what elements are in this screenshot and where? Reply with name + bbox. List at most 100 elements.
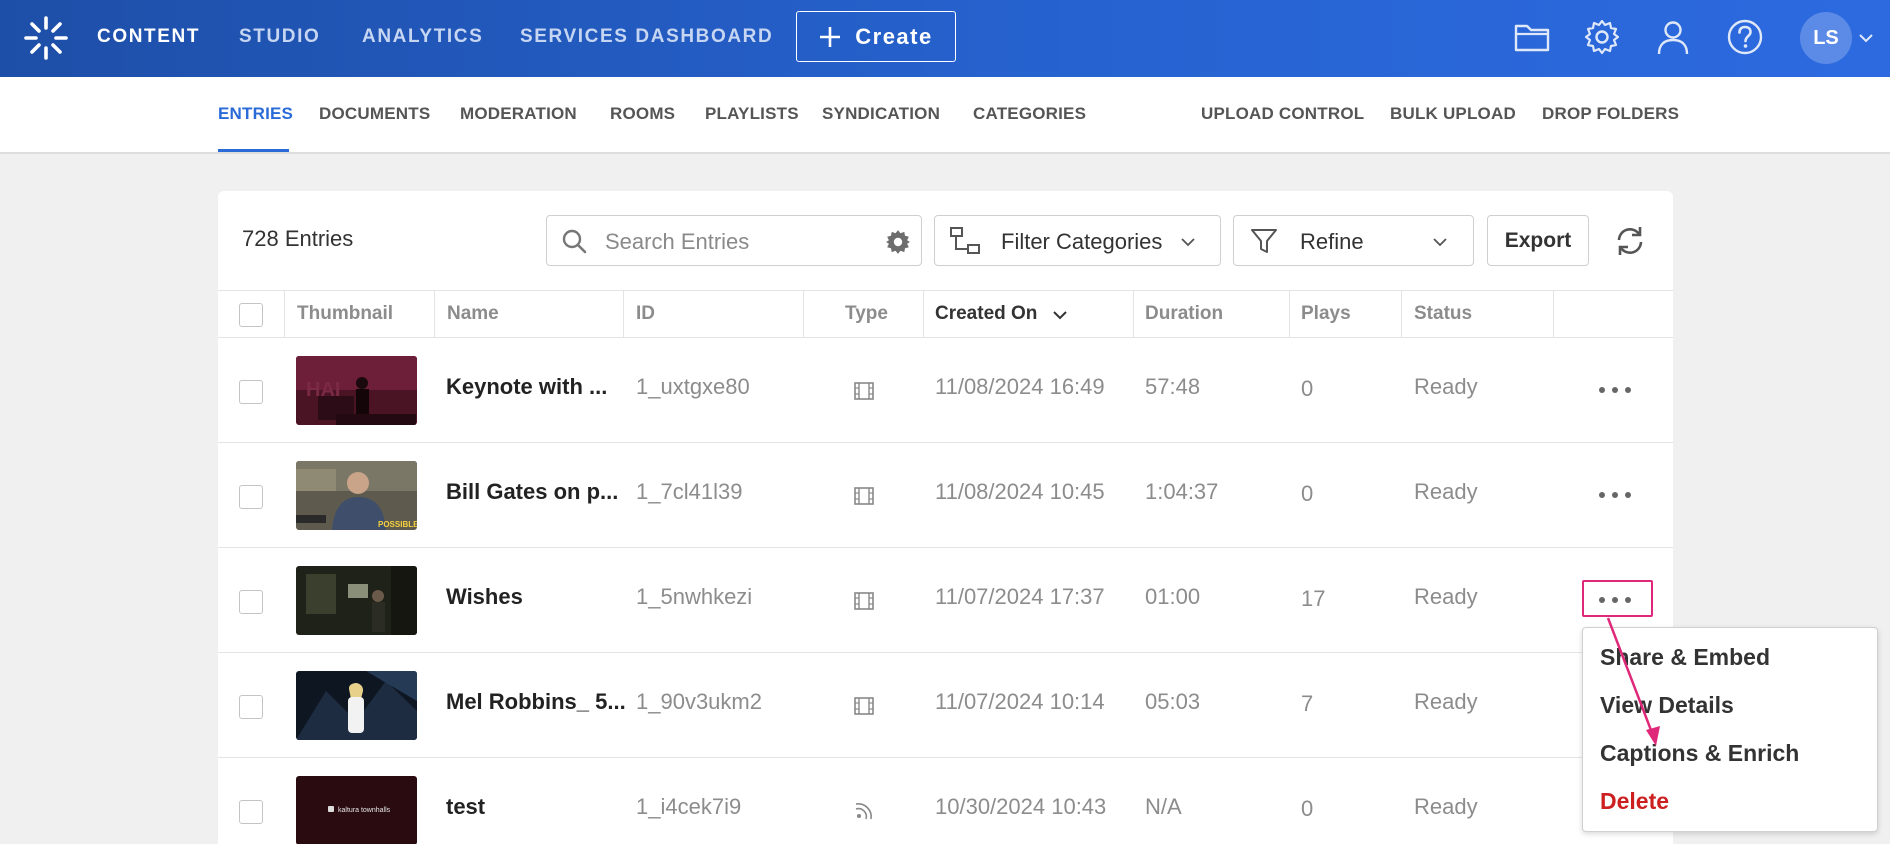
category-tree-icon — [950, 227, 980, 254]
filter-categories-dropdown[interactable]: Filter Categories — [934, 215, 1221, 266]
thumbnail-caption: POSSIBLE — [378, 520, 417, 529]
tab-drop-folders[interactable]: DROP FOLDERS — [1542, 77, 1679, 152]
video-type-icon — [854, 697, 874, 715]
column-duration[interactable]: Duration — [1145, 291, 1223, 337]
column-name[interactable]: Name — [447, 291, 499, 337]
more-actions-icon[interactable] — [1597, 384, 1633, 396]
video-type-icon — [854, 592, 874, 610]
search-input[interactable]: Search Entries — [546, 215, 922, 266]
chevron-down-icon[interactable] — [1858, 30, 1874, 46]
entry-status: Ready — [1414, 689, 1478, 714]
entry-id: 1_90v3ukm2 — [636, 689, 762, 714]
folder-icon[interactable] — [1512, 17, 1552, 57]
entry-duration: 57:48 — [1145, 374, 1201, 399]
column-divider — [623, 291, 624, 337]
nav-services-dashboard[interactable]: SERVICES DASHBOARD — [520, 0, 773, 77]
column-type[interactable]: Type — [845, 291, 888, 337]
tab-rooms[interactable]: ROOMS — [610, 77, 675, 152]
table-row[interactable]: Mel Robbins_ 5... 1_90v3ukm2 11/07/2024 … — [218, 653, 1673, 758]
refine-label: Refine — [1300, 229, 1364, 254]
column-divider — [923, 291, 924, 337]
search-settings-gear-icon[interactable] — [884, 228, 912, 256]
row-checkbox[interactable] — [239, 590, 263, 614]
entry-duration: N/A — [1145, 794, 1182, 819]
active-tab-indicator — [218, 149, 289, 152]
entry-name[interactable]: Bill Gates on p... — [446, 479, 618, 505]
entry-status: Ready — [1414, 794, 1478, 819]
sort-desc-icon[interactable] — [1052, 308, 1068, 322]
select-all-checkbox[interactable] — [239, 303, 263, 327]
entry-name[interactable]: Keynote with ... — [446, 374, 607, 400]
live-type-icon — [855, 803, 872, 820]
more-actions-icon[interactable] — [1597, 489, 1633, 501]
row-checkbox[interactable] — [239, 800, 263, 824]
plus-icon — [820, 26, 841, 47]
refresh-icon[interactable] — [1612, 223, 1648, 259]
table-row[interactable]: HAI Keynote with ... 1_uxtgxe80 11/08/20… — [218, 338, 1673, 443]
table-row[interactable]: POSSIBLE Bill Gates on p... 1_7cl41l39 1… — [218, 443, 1673, 548]
entry-plays: 0 — [1301, 481, 1314, 506]
tab-moderation[interactable]: MODERATION — [460, 77, 577, 152]
tab-bulk-upload[interactable]: BULK UPLOAD — [1390, 77, 1516, 152]
column-divider — [1133, 291, 1134, 337]
entries-count: 728 Entries — [242, 226, 354, 251]
sub-navigation: ENTRIES DOCUMENTS MODERATION ROOMS PLAYL… — [0, 77, 1890, 154]
create-label: Create — [855, 23, 933, 49]
column-divider — [1289, 291, 1290, 337]
table-row[interactable]: Wishes 1_5nwhkezi 11/07/2024 17:37 01:00… — [218, 548, 1673, 653]
video-type-icon — [854, 382, 874, 400]
nav-studio[interactable]: STUDIO — [239, 0, 320, 77]
entry-id: 1_uxtgxe80 — [636, 374, 750, 399]
kaltura-logo-icon[interactable] — [22, 14, 70, 62]
table-row[interactable]: kaltura townhalls test 1_i4cek7i9 10/30/… — [218, 758, 1673, 844]
nav-content[interactable]: CONTENT — [97, 0, 200, 77]
entry-created-on: 11/08/2024 16:49 — [935, 374, 1105, 399]
column-created-on[interactable]: Created On — [935, 291, 1037, 337]
search-placeholder: Search Entries — [605, 229, 750, 254]
entry-name[interactable]: test — [446, 794, 485, 820]
create-button[interactable]: Create — [796, 11, 956, 62]
tab-documents[interactable]: DOCUMENTS — [319, 77, 430, 152]
entry-name[interactable]: Mel Robbins_ 5... — [446, 689, 626, 715]
entry-duration: 01:00 — [1145, 584, 1201, 609]
row-checkbox[interactable] — [239, 695, 263, 719]
entry-thumbnail[interactable] — [296, 566, 417, 635]
tab-upload-control[interactable]: UPLOAD CONTROL — [1201, 77, 1364, 152]
entry-thumbnail[interactable]: kaltura townhalls — [296, 776, 417, 844]
entry-created-on: 11/07/2024 10:14 — [935, 689, 1105, 714]
avatar[interactable]: LS — [1800, 12, 1852, 64]
refine-dropdown[interactable]: Refine — [1233, 215, 1474, 266]
column-divider — [803, 291, 804, 337]
filter-funnel-icon — [1251, 229, 1277, 253]
tab-categories[interactable]: CATEGORIES — [973, 77, 1086, 152]
entry-name[interactable]: Wishes — [446, 584, 523, 610]
column-status[interactable]: Status — [1414, 291, 1472, 337]
tab-syndication[interactable]: SYNDICATION — [822, 77, 940, 152]
export-button[interactable]: Export — [1487, 215, 1589, 266]
entry-duration: 05:03 — [1145, 689, 1201, 714]
gear-icon[interactable] — [1582, 17, 1622, 57]
user-icon[interactable] — [1653, 17, 1693, 57]
entry-thumbnail[interactable] — [296, 671, 417, 740]
entry-thumbnail[interactable]: HAI — [296, 356, 417, 425]
entry-created-on: 11/07/2024 17:37 — [935, 584, 1105, 609]
row-checkbox[interactable] — [239, 380, 263, 404]
column-plays[interactable]: Plays — [1301, 291, 1351, 337]
entry-plays: 17 — [1301, 586, 1326, 611]
column-id[interactable]: ID — [636, 291, 655, 337]
top-header: CONTENT STUDIO ANALYTICS SERVICES DASHBO… — [0, 0, 1890, 77]
entry-created-on: 10/30/2024 10:43 — [935, 794, 1107, 819]
chevron-down-icon — [1181, 238, 1195, 247]
chevron-down-icon — [1433, 238, 1447, 247]
column-divider — [1553, 291, 1554, 337]
help-icon[interactable] — [1725, 17, 1765, 57]
tab-entries[interactable]: ENTRIES — [218, 77, 293, 152]
entry-status: Ready — [1414, 479, 1478, 504]
menu-item-delete[interactable]: Delete — [1600, 788, 1669, 815]
entry-status: Ready — [1414, 584, 1478, 609]
entry-id: 1_7cl41l39 — [636, 479, 743, 504]
entry-thumbnail[interactable]: POSSIBLE — [296, 461, 417, 530]
nav-analytics[interactable]: ANALYTICS — [362, 0, 483, 77]
row-checkbox[interactable] — [239, 485, 263, 509]
tab-playlists[interactable]: PLAYLISTS — [705, 77, 799, 152]
